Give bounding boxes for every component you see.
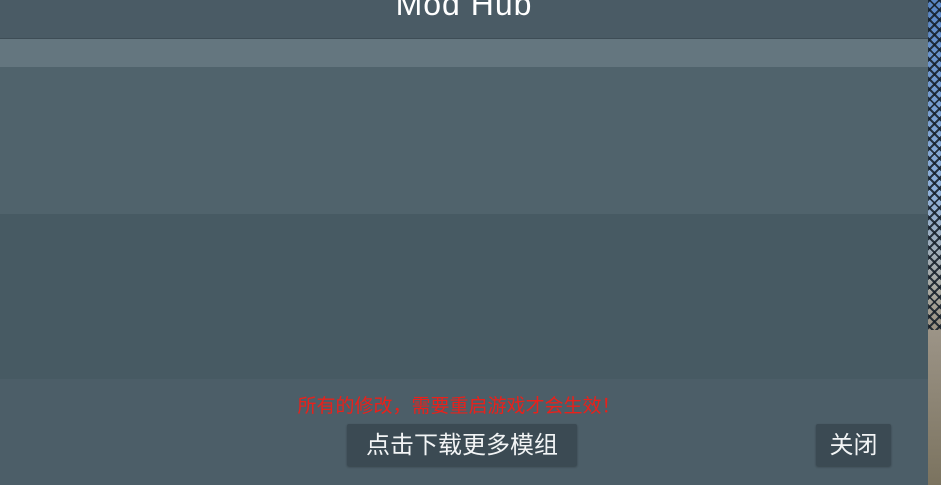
mod-hub-panel: Mod Hub 所有的修改，需要重启游戏才会生效！ 点击下载更多模组 关闭 <box>0 0 928 485</box>
restart-notice: 所有的修改，需要重启游戏才会生效！ <box>297 395 621 417</box>
mod-list[interactable] <box>0 39 928 379</box>
list-item[interactable] <box>0 39 928 67</box>
screen: Mod Hub 所有的修改，需要重启游戏才会生效！ 点击下载更多模组 关闭 <box>0 0 941 485</box>
list-item[interactable] <box>0 214 928 379</box>
page-title: Mod Hub <box>395 0 533 22</box>
panel-header: Mod Hub <box>0 0 928 39</box>
game-background <box>928 0 941 485</box>
panel-footer: 所有的修改，需要重启游戏才会生效！ 点击下载更多模组 关闭 <box>0 379 928 485</box>
game-background-ground <box>928 330 941 485</box>
close-button[interactable]: 关闭 <box>816 424 891 466</box>
download-more-mods-button[interactable]: 点击下载更多模组 <box>347 424 577 466</box>
list-item[interactable] <box>0 67 928 214</box>
